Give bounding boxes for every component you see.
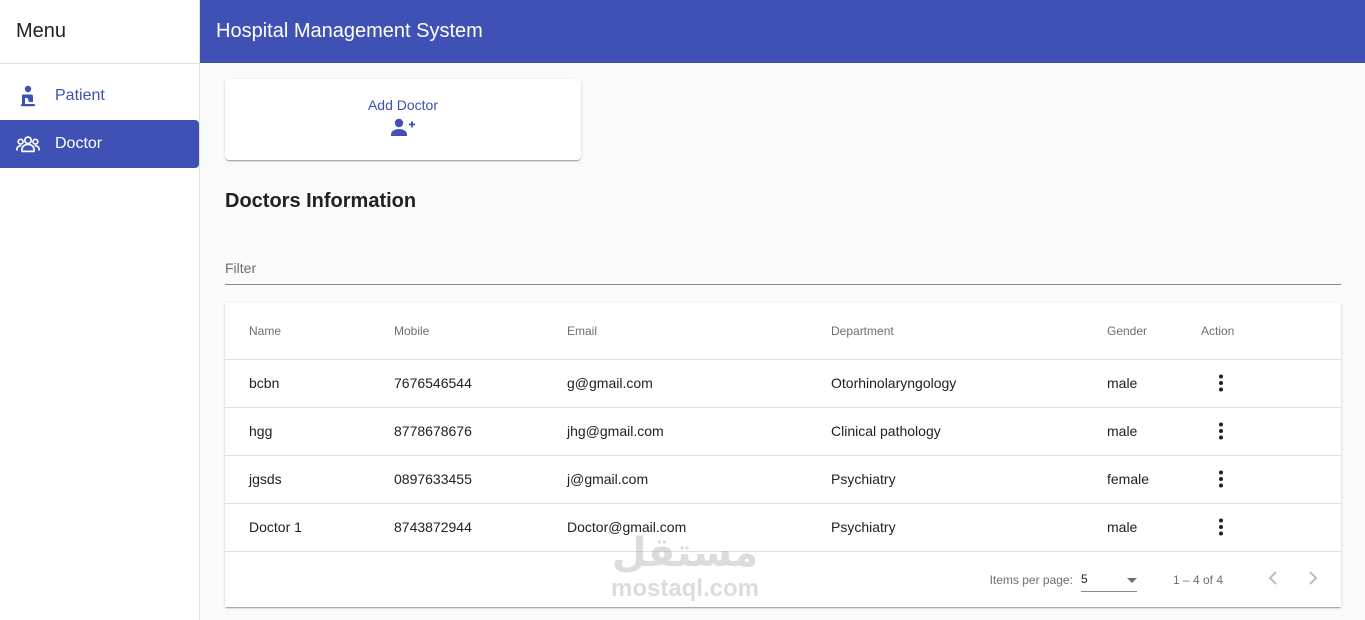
doctors-table: Name Mobile Email Department Gender Acti… <box>225 303 1341 552</box>
dropdown-arrow-icon <box>1126 572 1137 586</box>
filter-input[interactable] <box>225 253 1341 283</box>
section-title: Doctors Information <box>225 190 417 212</box>
more-vert-icon[interactable] <box>1201 411 1241 451</box>
items-per-page-select[interactable]: 5 <box>1080 568 1137 592</box>
cell-gender: male <box>1107 407 1201 456</box>
cell-department: Clinical pathology <box>831 407 1107 456</box>
cell-action <box>1201 503 1341 552</box>
sidebar-item-patient[interactable]: Patient <box>0 72 199 120</box>
next-page-button[interactable] <box>1293 560 1333 600</box>
cell-gender: male <box>1107 503 1201 552</box>
items-per-page-label: Items per page: <box>989 572 1073 587</box>
filter-field <box>225 253 1341 285</box>
sidebar-nav: Patient Doctor <box>0 64 199 168</box>
person-add-icon <box>390 117 416 142</box>
cell-mobile: 8778678676 <box>394 407 567 456</box>
paginator: Items per page: 5 1 – 4 of 4 <box>225 552 1341 608</box>
column-header-action: Action <box>1201 303 1341 360</box>
column-header-department: Department <box>831 303 1107 360</box>
cell-name: hgg <box>225 407 394 456</box>
add-doctor-label: Add Doctor <box>367 97 439 113</box>
column-header-email: Email <box>567 303 831 360</box>
sidebar: Menu Patient Doctor <box>0 0 200 620</box>
cell-mobile: 8743872944 <box>394 503 567 552</box>
cell-mobile: 0897633455 <box>394 455 567 504</box>
table-row: hgg 8778678676 jhg@gmail.com Clinical pa… <box>225 407 1341 456</box>
sidebar-title: Menu <box>0 0 199 64</box>
cell-name: Doctor 1 <box>225 503 394 552</box>
patient-icon <box>16 84 40 108</box>
cell-name: jgsds <box>225 455 394 504</box>
cell-department: Psychiatry <box>831 503 1107 552</box>
items-per-page-value: 5 <box>1080 572 1088 586</box>
table-header-row: Name Mobile Email Department Gender Acti… <box>225 303 1341 360</box>
table-row: jgsds 0897633455 j@gmail.com Psychiatry … <box>225 455 1341 504</box>
cell-name: bcbn <box>225 359 394 408</box>
cell-email: j@gmail.com <box>567 455 831 504</box>
column-header-name: Name <box>225 303 394 360</box>
cell-email: g@gmail.com <box>567 359 831 408</box>
previous-page-button[interactable] <box>1253 560 1293 600</box>
sidebar-item-label: Doctor <box>55 135 103 152</box>
chevron-left-icon <box>1268 570 1278 589</box>
top-toolbar: Hospital Management System <box>200 0 1365 63</box>
cell-action <box>1201 407 1341 456</box>
cell-email: jhg@gmail.com <box>567 407 831 456</box>
sidebar-item-doctor[interactable]: Doctor <box>0 120 199 168</box>
app-title: Hospital Management System <box>216 20 483 42</box>
chevron-right-icon <box>1308 570 1318 589</box>
cell-email: Doctor@gmail.com <box>567 503 831 552</box>
table-row: bcbn 7676546544 g@gmail.com Otorhinolary… <box>225 359 1341 408</box>
column-header-mobile: Mobile <box>394 303 567 360</box>
cell-department: Psychiatry <box>831 455 1107 504</box>
sidebar-item-label: Patient <box>55 87 105 104</box>
table-row: Doctor 1 8743872944 Doctor@gmail.com Psy… <box>225 503 1341 552</box>
more-vert-icon[interactable] <box>1201 363 1241 403</box>
column-header-gender: Gender <box>1107 303 1201 360</box>
cell-action <box>1201 359 1341 408</box>
cell-gender: female <box>1107 455 1201 504</box>
cell-mobile: 7676546544 <box>394 359 567 408</box>
cell-gender: male <box>1107 359 1201 408</box>
page-range-label: 1 – 4 of 4 <box>1172 572 1223 587</box>
doctors-group-icon <box>16 132 40 156</box>
cell-department: Otorhinolaryngology <box>831 359 1107 408</box>
main-content: Add Doctor Doctors Information Name Mobi… <box>200 63 1365 620</box>
add-doctor-button[interactable]: Add Doctor <box>225 79 581 160</box>
more-vert-icon[interactable] <box>1201 507 1241 547</box>
more-vert-icon[interactable] <box>1201 459 1241 499</box>
cell-action <box>1201 455 1341 504</box>
doctors-table-card: Name Mobile Email Department Gender Acti… <box>225 303 1341 607</box>
